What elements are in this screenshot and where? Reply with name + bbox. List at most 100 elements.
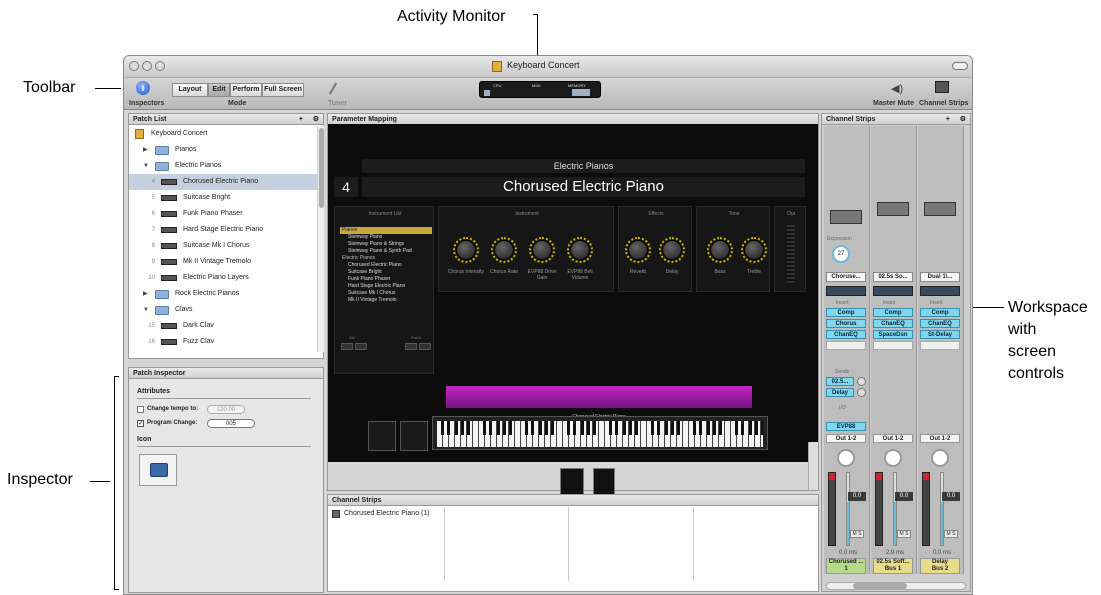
empty-insert-slot[interactable] — [873, 341, 913, 350]
patch-list-item[interactable]: ▼ Electric Pianos — [129, 158, 317, 174]
empty-insert-slot[interactable] — [920, 341, 960, 350]
mute-solo-buttons[interactable]: M S — [944, 530, 958, 538]
patch-list-item[interactable]: ▶ Pianos — [129, 142, 317, 158]
sustain-pedal[interactable] — [560, 468, 584, 496]
patch-list-item[interactable]: ▶ Rock Electric Pianos — [129, 286, 317, 302]
disclosure-closed-icon[interactable]: ▶ — [143, 142, 148, 158]
pan-knob[interactable] — [884, 449, 902, 467]
patch-list-item[interactable]: 9 Mk II Vintage Tremolo — [129, 254, 317, 270]
insert-slot-button[interactable]: St-Delay — [920, 330, 960, 339]
eq-display[interactable] — [873, 286, 913, 296]
set-prev-button[interactable] — [341, 343, 353, 350]
expression-knob[interactable]: 27 — [832, 245, 850, 263]
mode-perform-button[interactable]: Perform — [230, 83, 262, 97]
insert-slot-button[interactable]: ChanEQ — [920, 319, 960, 328]
insert-slot-button[interactable]: Comp — [920, 308, 960, 317]
knob[interactable] — [628, 240, 648, 260]
patch-list-item[interactable]: Keyboard Concert — [129, 126, 317, 142]
patch-list-gear-icon[interactable]: ⚙ — [313, 114, 319, 125]
bottom-strip-item[interactable]: Chorused Electric Piano (1) — [344, 510, 430, 517]
mod-wheel[interactable] — [400, 421, 428, 451]
disclosure-open-icon[interactable]: ▼ — [143, 302, 149, 318]
instrument-list-item[interactable]: Steinway Piano & Synth Pad — [340, 248, 432, 255]
tempo-field[interactable]: 120.00 — [207, 405, 245, 414]
program-change-checkbox[interactable]: ✓ — [137, 420, 144, 427]
strip-name-label[interactable]: Chorused ... 1 — [826, 558, 866, 574]
scroll-thumb[interactable] — [853, 583, 907, 589]
send-slot-button[interactable]: 02.5... — [826, 377, 854, 386]
insert-slot-button[interactable]: Comp — [826, 308, 866, 317]
add-channel-strip-button[interactable]: + — [946, 114, 950, 125]
zoom-button[interactable] — [155, 61, 165, 71]
instrument-list-item[interactable]: Steinway Piano — [340, 234, 432, 241]
instrument-list-item[interactable]: Pianos — [340, 227, 432, 234]
insert-slot-button[interactable]: ChanEQ — [826, 330, 866, 339]
channel-strips-icon[interactable] — [935, 81, 949, 93]
setting-menu[interactable]: 02.5s So... — [873, 272, 913, 282]
instrument-list-item[interactable]: Mk II Vintage Tremolo — [340, 297, 432, 304]
master-mute-icon[interactable]: ◀) — [891, 82, 903, 95]
patch-list-scrollbar[interactable] — [317, 126, 324, 352]
patch-list-item[interactable]: 4 Chorused Electric Piano — [129, 174, 317, 190]
knob[interactable] — [532, 240, 552, 260]
expression-pedal[interactable] — [593, 468, 615, 496]
minimize-button[interactable] — [142, 61, 152, 71]
mute-solo-buttons[interactable]: M S — [897, 530, 911, 538]
output-slot-button[interactable]: Out 1-2 — [826, 434, 866, 443]
pan-knob[interactable] — [837, 449, 855, 467]
patch-list-item[interactable]: 7 Hard Stage Electric Piano — [129, 222, 317, 238]
patch-prev-button[interactable] — [405, 343, 417, 350]
mode-full-screen-button[interactable]: Full Screen — [262, 83, 304, 97]
output-slot-button[interactable]: Out 1-2 — [873, 434, 913, 443]
empty-insert-slot[interactable] — [826, 341, 866, 350]
fader-value[interactable]: 0.0 — [895, 492, 913, 501]
setting-menu[interactable]: Choruse... — [826, 272, 866, 282]
close-button[interactable] — [129, 61, 139, 71]
patch-next-button[interactable] — [419, 343, 431, 350]
instrument-list-item[interactable]: Funk Piano Phaser — [340, 276, 432, 283]
knob[interactable] — [744, 240, 764, 260]
program-change-field[interactable]: 005 — [207, 419, 255, 428]
knob[interactable] — [662, 240, 682, 260]
setting-menu[interactable]: Dual 1\... — [920, 272, 960, 282]
pan-knob[interactable] — [931, 449, 949, 467]
send-level-knob[interactable] — [857, 388, 866, 397]
instrument-list-item[interactable]: Chorused Electric Piano — [340, 262, 432, 269]
output-slot-button[interactable]: Out 1-2 — [920, 434, 960, 443]
channel-strips-gear-icon[interactable]: ⚙ — [960, 114, 966, 125]
patch-list-item[interactable]: 6 Funk Piano Phaser — [129, 206, 317, 222]
eq-display[interactable] — [826, 286, 866, 296]
inspectors-icon[interactable]: i — [136, 81, 150, 95]
strip-name-label[interactable]: 02.5s Soft... Bus 1 — [873, 558, 913, 574]
change-tempo-checkbox[interactable] — [137, 406, 144, 413]
strip-name-label[interactable]: Delay Bus 2 — [920, 558, 960, 574]
set-next-button[interactable] — [355, 343, 367, 350]
input-slot-button[interactable]: EVP88 — [826, 422, 866, 431]
knob[interactable] — [710, 240, 730, 260]
eq-display[interactable] — [920, 286, 960, 296]
instrument-list[interactable]: Pianos Steinway Piano Steinway Piano & Str… — [340, 227, 432, 304]
instrument-list-item[interactable]: Hard Stage Electric Piano — [340, 283, 432, 290]
insert-slot-button[interactable]: SpaceDsn — [873, 330, 913, 339]
toolbar-toggle-button[interactable] — [952, 62, 968, 70]
tuner-icon[interactable] — [328, 82, 338, 95]
patch-list-item[interactable]: 10 Electric Piano Layers — [129, 270, 317, 286]
send-level-knob[interactable] — [857, 377, 866, 386]
mode-edit-button[interactable]: Edit — [208, 83, 230, 97]
knob[interactable] — [456, 240, 476, 260]
pitch-bend-wheel[interactable] — [368, 421, 396, 451]
patch-list-item[interactable]: 5 Suitcase Bright — [129, 190, 317, 206]
horizontal-scrollbar[interactable] — [826, 582, 966, 590]
patch-list-item[interactable]: ▼ Clavs — [129, 302, 317, 318]
add-patch-button[interactable]: + — [299, 114, 303, 125]
knob[interactable] — [494, 240, 514, 260]
scroll-thumb[interactable] — [319, 128, 324, 208]
instrument-list-item[interactable]: Suitcase Mk I Chorus — [340, 290, 432, 297]
knob[interactable] — [570, 240, 590, 260]
instrument-list-item[interactable]: Electric Pianos — [340, 255, 432, 262]
send-slot-button[interactable]: Delay — [826, 388, 854, 397]
mode-layout-button[interactable]: Layout — [172, 83, 208, 97]
disclosure-open-icon[interactable]: ▼ — [143, 158, 149, 174]
insert-slot-button[interactable]: Comp — [873, 308, 913, 317]
fader-value[interactable]: 0.0 — [848, 492, 866, 501]
